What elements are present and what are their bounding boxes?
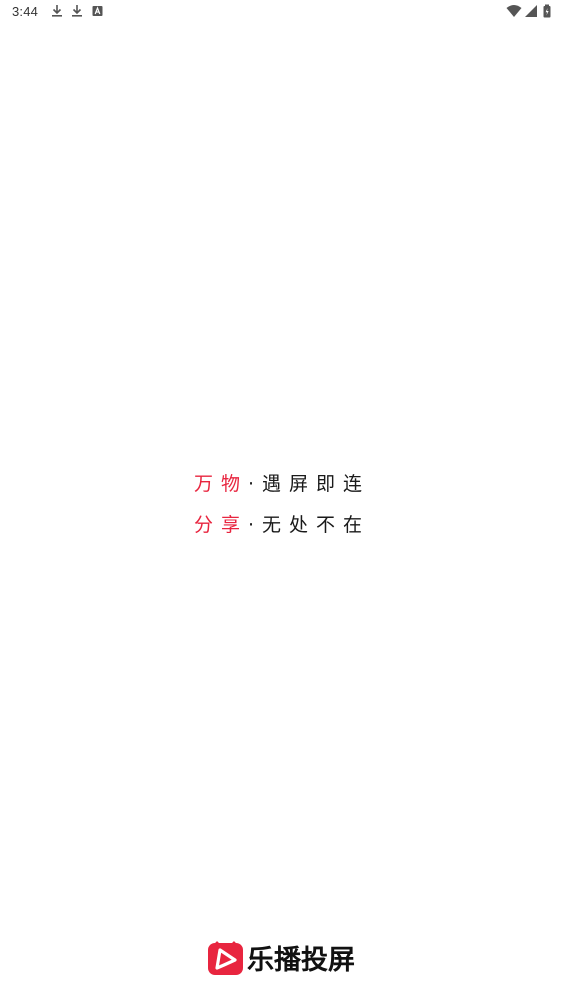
splash-screen: 3:44 万物·遇屏即连 分享·无处不在 乐播投屏 — [0, 0, 564, 1004]
brand-logo-group: 乐播投屏 — [208, 939, 355, 976]
slogan-1-accent: 万物 — [193, 473, 248, 495]
brand-name: 乐播投屏 — [247, 944, 355, 976]
download-icon — [70, 4, 84, 18]
status-bar: 3:44 — [0, 0, 564, 24]
slogan-1-text: 遇屏即连 — [262, 473, 371, 495]
slogan-2-accent: 分享 — [193, 514, 248, 536]
status-time: 3:44 — [12, 4, 39, 19]
battery-icon — [542, 4, 556, 18]
slogan-2-separator: · — [247, 514, 263, 536]
wifi-icon — [506, 4, 522, 18]
slogan-line-2: 分享·无处不在 — [0, 510, 564, 537]
slogan-line-1: 万物·遇屏即连 — [0, 469, 564, 496]
slogan-2-text: 无处不在 — [262, 514, 371, 536]
slogan-1-separator: · — [247, 473, 263, 495]
download-icon — [50, 4, 64, 18]
tv-play-icon — [208, 940, 243, 975]
signal-icon — [524, 4, 538, 18]
font-icon — [91, 4, 105, 18]
